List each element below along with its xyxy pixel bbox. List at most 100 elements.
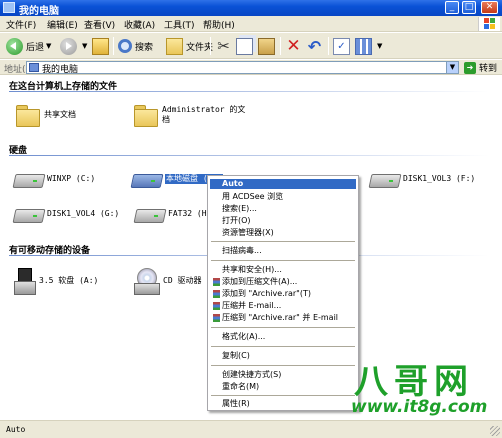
drive-disk1-vol4-g[interactable]: DISK1_VOL4 (G:) xyxy=(14,206,119,222)
my-computer-icon xyxy=(3,2,15,13)
undo-button[interactable]: ↶ xyxy=(306,36,326,56)
winrar-icon xyxy=(213,302,220,310)
address-value: 我的电脑 xyxy=(42,65,79,75)
menu-help[interactable]: 帮助(H) xyxy=(203,18,235,31)
folder-icon xyxy=(133,104,158,127)
menu-item-copy[interactable]: 复制(C) xyxy=(210,351,356,361)
hard-drive-icon xyxy=(132,171,160,187)
cd-drive[interactable]: CD 驱动器 xyxy=(134,268,201,295)
cut-button[interactable]: ✂ xyxy=(215,36,235,56)
forward-button[interactable]: ▼ xyxy=(60,36,87,56)
menu-item-explorer[interactable]: 资源管理器(X) xyxy=(210,228,356,238)
delete-button[interactable]: ✕ xyxy=(285,36,305,56)
scissors-icon: ✂ xyxy=(217,36,230,55)
folders-button[interactable]: 文件夹 xyxy=(166,36,213,56)
title-bar[interactable]: 我的电脑 _ □ ✕ xyxy=(0,0,502,17)
close-button[interactable]: ✕ xyxy=(481,1,498,14)
go-label: 转到 xyxy=(479,64,498,74)
menu-separator xyxy=(211,395,355,396)
menu-item-create-shortcut[interactable]: 创建快捷方式(S) xyxy=(210,370,356,380)
watermark-logo: 八哥网 xyxy=(354,362,474,402)
menu-item-sharing[interactable]: 共享和安全(H)... xyxy=(210,265,356,275)
folders-icon xyxy=(166,37,183,55)
hard-drive-icon xyxy=(370,171,398,187)
administrator-documents-folder[interactable]: Administrator 的文 档 xyxy=(133,104,245,127)
search-label: 搜索 xyxy=(135,42,154,53)
menu-separator xyxy=(211,346,355,347)
menu-edit[interactable]: 编辑(E) xyxy=(47,18,78,31)
menu-item-search[interactable]: 搜索(E)... xyxy=(210,204,356,214)
floppy-drive-a[interactable]: 3.5 软盘 (A:) xyxy=(14,268,99,295)
menu-item-label: 压缩到 "Archive.rar" 并 E-mail xyxy=(222,313,339,322)
folder-icon xyxy=(15,104,40,127)
menu-item-format[interactable]: 格式化(A)... xyxy=(210,332,356,342)
menu-item-add-archive[interactable]: 添加到压缩文件(A)... xyxy=(210,277,356,287)
go-button[interactable]: ➜ 转到 xyxy=(464,61,497,74)
item-label: DISK1_VOL3 (F:) xyxy=(403,174,476,183)
forward-arrow-icon xyxy=(60,37,77,55)
menu-view[interactable]: 查看(V) xyxy=(84,18,115,31)
watermark-url: www.it8g.com xyxy=(351,397,488,417)
up-folder-button[interactable] xyxy=(92,36,112,56)
menu-file[interactable]: 文件(F) xyxy=(6,18,36,31)
maximize-button[interactable]: □ xyxy=(462,1,476,14)
up-folder-icon xyxy=(92,37,109,55)
menu-separator xyxy=(211,327,355,328)
menu-item-label: 压缩并 E-mail... xyxy=(222,301,282,310)
my-computer-icon xyxy=(29,63,39,72)
item-label: 3.5 软盘 (A:) xyxy=(39,276,99,285)
menu-bar: 文件(F) 编辑(E) 查看(V) 收藏(A) 工具(T) 帮助(H) xyxy=(0,16,502,32)
item-label: DISK1_VOL4 (G:) xyxy=(47,209,120,218)
toolbar-separator xyxy=(328,37,329,55)
menu-item-acdsee[interactable]: 用 ACDSee 浏览 xyxy=(210,192,356,202)
menu-separator xyxy=(211,365,355,366)
address-field[interactable]: 我的电脑 ▼ xyxy=(26,61,459,75)
menu-tools[interactable]: 工具(T) xyxy=(164,18,195,31)
views-button[interactable]: ▼ xyxy=(355,36,382,56)
context-menu: Auto 用 ACDSee 浏览 搜索(E)... 打开(O) 资源管理器(X)… xyxy=(207,175,359,411)
menu-item-rename[interactable]: 重命名(M) xyxy=(210,382,356,392)
resize-grip[interactable] xyxy=(490,426,500,436)
drive-disk1-vol3-f[interactable]: DISK1_VOL3 (F:) xyxy=(370,171,475,187)
winrar-icon xyxy=(213,290,220,298)
menu-item-label: 添加到 "Archive.rar"(T) xyxy=(222,289,311,298)
menu-item-auto[interactable]: Auto xyxy=(210,179,356,189)
minimize-button[interactable]: _ xyxy=(445,1,459,14)
menu-favorites[interactable]: 收藏(A) xyxy=(124,18,155,31)
menu-item-open[interactable]: 打开(O) xyxy=(210,216,356,226)
drive-fat32-h[interactable]: FAT32 (H:) xyxy=(135,206,216,222)
item-label: 共享文档 xyxy=(44,110,76,119)
menu-item-properties[interactable]: 属性(R) xyxy=(210,399,356,409)
search-button[interactable]: 搜索 xyxy=(118,36,153,56)
back-label: 后退 xyxy=(26,42,45,53)
copy-button[interactable] xyxy=(236,36,256,56)
menu-item-zip-rar-email[interactable]: 压缩到 "Archive.rar" 并 E-mail xyxy=(210,313,356,323)
undo-icon: ↶ xyxy=(307,36,322,56)
address-bar: 地址(D) 我的电脑 ▼ ➜ 转到 xyxy=(0,60,502,75)
menu-item-scan-virus[interactable]: 扫描病毒... xyxy=(210,246,356,256)
properties-icon: ✓ xyxy=(333,37,350,55)
hard-drive-icon xyxy=(135,206,163,222)
hard-drive-icon xyxy=(14,171,42,187)
menu-item-add-rar[interactable]: 添加到 "Archive.rar"(T) xyxy=(210,289,356,299)
status-text: Auto xyxy=(6,425,26,434)
window-title: 我的电脑 xyxy=(19,6,59,17)
search-icon xyxy=(118,39,132,53)
item-label-line1: Administrator 的文 xyxy=(162,105,246,114)
item-label: Administrator 的文 档 xyxy=(162,105,245,125)
shared-documents-folder[interactable]: 共享文档 xyxy=(15,104,76,127)
back-button[interactable]: 后退 ▼ xyxy=(6,36,51,56)
properties-button[interactable]: ✓ xyxy=(333,36,353,56)
group-divider xyxy=(9,91,489,92)
menu-item-zip-email[interactable]: 压缩并 E-mail... xyxy=(210,301,356,311)
toolbar-separator xyxy=(280,37,281,55)
status-bar: Auto xyxy=(0,420,502,438)
address-dropdown[interactable]: ▼ xyxy=(446,62,458,73)
paste-button[interactable] xyxy=(258,36,278,56)
drive-winxp-c[interactable]: WINXP (C:) xyxy=(14,171,95,187)
group-divider xyxy=(9,155,489,156)
folders-label: 文件夹 xyxy=(186,42,214,53)
windows-logo-icon xyxy=(478,17,500,31)
chevron-down-icon: ▼ xyxy=(377,42,383,50)
chevron-down-icon: ▼ xyxy=(46,42,52,50)
